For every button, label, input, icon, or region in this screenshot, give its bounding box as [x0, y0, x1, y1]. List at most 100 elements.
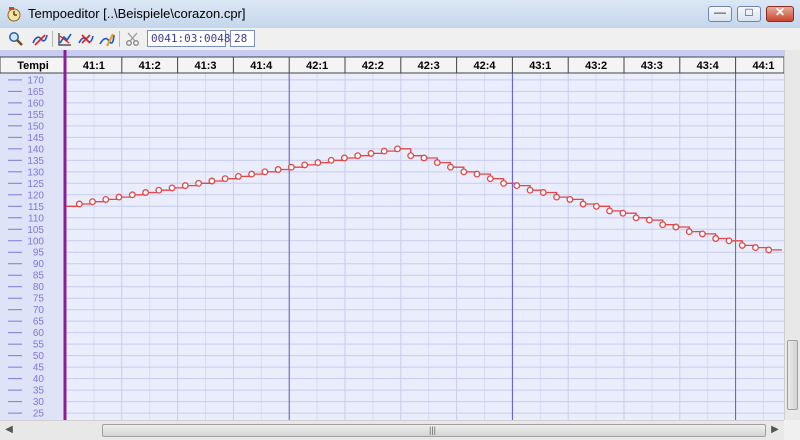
- tempo-point[interactable]: [367, 149, 375, 157]
- ruler-position-label[interactable]: 41:4: [250, 60, 273, 72]
- tempo-point[interactable]: [274, 166, 282, 173]
- tempo-point[interactable]: [248, 170, 256, 178]
- zoom-button[interactable]: [6, 30, 26, 48]
- ruler-position-label[interactable]: 42:4: [473, 60, 496, 72]
- tempo-point[interactable]: [142, 189, 150, 196]
- tempo-point[interactable]: [725, 237, 733, 245]
- plot-area[interactable]: [66, 73, 784, 420]
- tempo-point[interactable]: [301, 161, 309, 169]
- tempo-point[interactable]: [645, 216, 653, 224]
- tempo-point[interactable]: [765, 246, 773, 254]
- tempo-point[interactable]: [539, 189, 547, 196]
- tempo-chart[interactable]: 1701651601551501451401351301251201151101…: [0, 50, 784, 420]
- tempo-point[interactable]: [526, 186, 534, 194]
- y-tick-label: 60: [33, 328, 45, 339]
- y-tick-label: 40: [33, 374, 45, 385]
- tempo-point[interactable]: [738, 241, 746, 249]
- tempo-point[interactable]: [102, 195, 110, 203]
- title-bar[interactable]: Tempoeditor [..\Beispiele\corazon.cpr] —…: [0, 0, 800, 29]
- tempo-point[interactable]: [181, 182, 189, 190]
- tempo-point[interactable]: [380, 147, 388, 155]
- toolbar-separator: [52, 31, 53, 47]
- tempo-point[interactable]: [195, 179, 203, 187]
- tempo-point[interactable]: [685, 228, 693, 236]
- ruler-position-label[interactable]: 42:2: [362, 60, 384, 72]
- ruler-position-label[interactable]: 41:1: [83, 60, 105, 72]
- pencil-curve-icon: [32, 34, 48, 46]
- ruler-position-label[interactable]: 43:3: [641, 60, 663, 72]
- tempo-point[interactable]: [592, 202, 600, 210]
- ruler-position-label[interactable]: 42:3: [418, 60, 440, 72]
- tempo-point[interactable]: [486, 175, 494, 183]
- y-tick-label: 125: [27, 179, 44, 190]
- ruler-position-label[interactable]: 41:2: [139, 60, 161, 72]
- position-display[interactable]: 0041:03:0048: [147, 30, 230, 47]
- horizontal-scroll-thumb[interactable]: |||: [102, 424, 766, 437]
- ruler-position-label[interactable]: 43:4: [697, 60, 720, 72]
- y-tick-label: 35: [33, 386, 45, 397]
- vertical-scrollbar[interactable]: [784, 50, 800, 420]
- tempo-editor-app-icon: [7, 7, 21, 22]
- tempo-point[interactable]: [89, 198, 96, 206]
- tempo-point[interactable]: [500, 179, 508, 187]
- tempo-point[interactable]: [407, 152, 415, 160]
- tempo-point[interactable]: [75, 200, 83, 208]
- tempo-point[interactable]: [261, 168, 269, 176]
- tempo-point[interactable]: [698, 230, 706, 238]
- curve-pencil-button[interactable]: [30, 30, 50, 48]
- tempo-point[interactable]: [433, 159, 441, 167]
- tempo-point[interactable]: [712, 235, 720, 242]
- y-tick-label: 170: [27, 75, 44, 86]
- tempo-point[interactable]: [314, 159, 322, 167]
- tempo-point[interactable]: [115, 193, 123, 201]
- top-band: [0, 50, 784, 57]
- tempo-point[interactable]: [659, 221, 667, 229]
- tempo-point[interactable]: [155, 186, 163, 194]
- tempo-point[interactable]: [234, 172, 242, 180]
- y-tick-label: 165: [27, 87, 44, 98]
- tempo-point[interactable]: [579, 200, 587, 208]
- ruler-position-label[interactable]: 43:1: [529, 60, 551, 72]
- ruler-position-label[interactable]: 43:2: [585, 60, 607, 72]
- horizontal-scrollbar[interactable]: ◀ ||| ▶: [0, 420, 784, 440]
- tempo-point[interactable]: [513, 182, 521, 190]
- tempo-point[interactable]: [473, 170, 481, 178]
- vertical-scroll-thumb[interactable]: [787, 340, 798, 410]
- tempo-point[interactable]: [566, 195, 574, 203]
- ruler-position-label[interactable]: 42:1: [306, 60, 328, 72]
- tempo-point[interactable]: [340, 154, 348, 162]
- tempo-point[interactable]: [221, 175, 229, 183]
- tempo-point[interactable]: [168, 184, 176, 192]
- scroll-left-icon[interactable]: ◀: [2, 423, 16, 437]
- cut-button[interactable]: [123, 30, 143, 48]
- tempo-point[interactable]: [128, 191, 136, 199]
- tempo-point[interactable]: [619, 209, 627, 217]
- tempo-point[interactable]: [327, 156, 335, 164]
- tempo-point[interactable]: [394, 145, 401, 153]
- maximize-button[interactable]: □: [737, 5, 761, 22]
- tempo-point[interactable]: [752, 244, 759, 252]
- y-tick-label: 100: [27, 236, 44, 247]
- tempo-point[interactable]: [354, 152, 362, 160]
- tempo-point[interactable]: [606, 207, 614, 215]
- tempo-value-display[interactable]: 28: [230, 30, 255, 47]
- tempo-point[interactable]: [208, 177, 216, 185]
- close-button[interactable]: ✕: [766, 5, 794, 22]
- tempo-point[interactable]: [672, 223, 680, 231]
- y-tick-label: 105: [27, 225, 44, 236]
- line-tool-button[interactable]: [55, 30, 75, 48]
- minimize-button[interactable]: —: [708, 5, 732, 22]
- ruler-position-label[interactable]: 41:3: [194, 60, 216, 72]
- ruler-header[interactable]: [0, 56, 784, 74]
- tempo-point[interactable]: [632, 214, 640, 222]
- erase-points-button[interactable]: [76, 30, 96, 48]
- ruler-position-label[interactable]: 44:1: [752, 60, 774, 72]
- tempo-point[interactable]: [553, 193, 561, 201]
- tempo-point[interactable]: [420, 154, 428, 162]
- tempo-point[interactable]: [447, 163, 454, 171]
- tempo-point[interactable]: [460, 168, 468, 176]
- scroll-right-icon[interactable]: ▶: [768, 423, 782, 437]
- draw-curve-button[interactable]: [97, 30, 117, 48]
- tempo-point[interactable]: [287, 163, 295, 171]
- y-tick-label: 135: [27, 156, 44, 167]
